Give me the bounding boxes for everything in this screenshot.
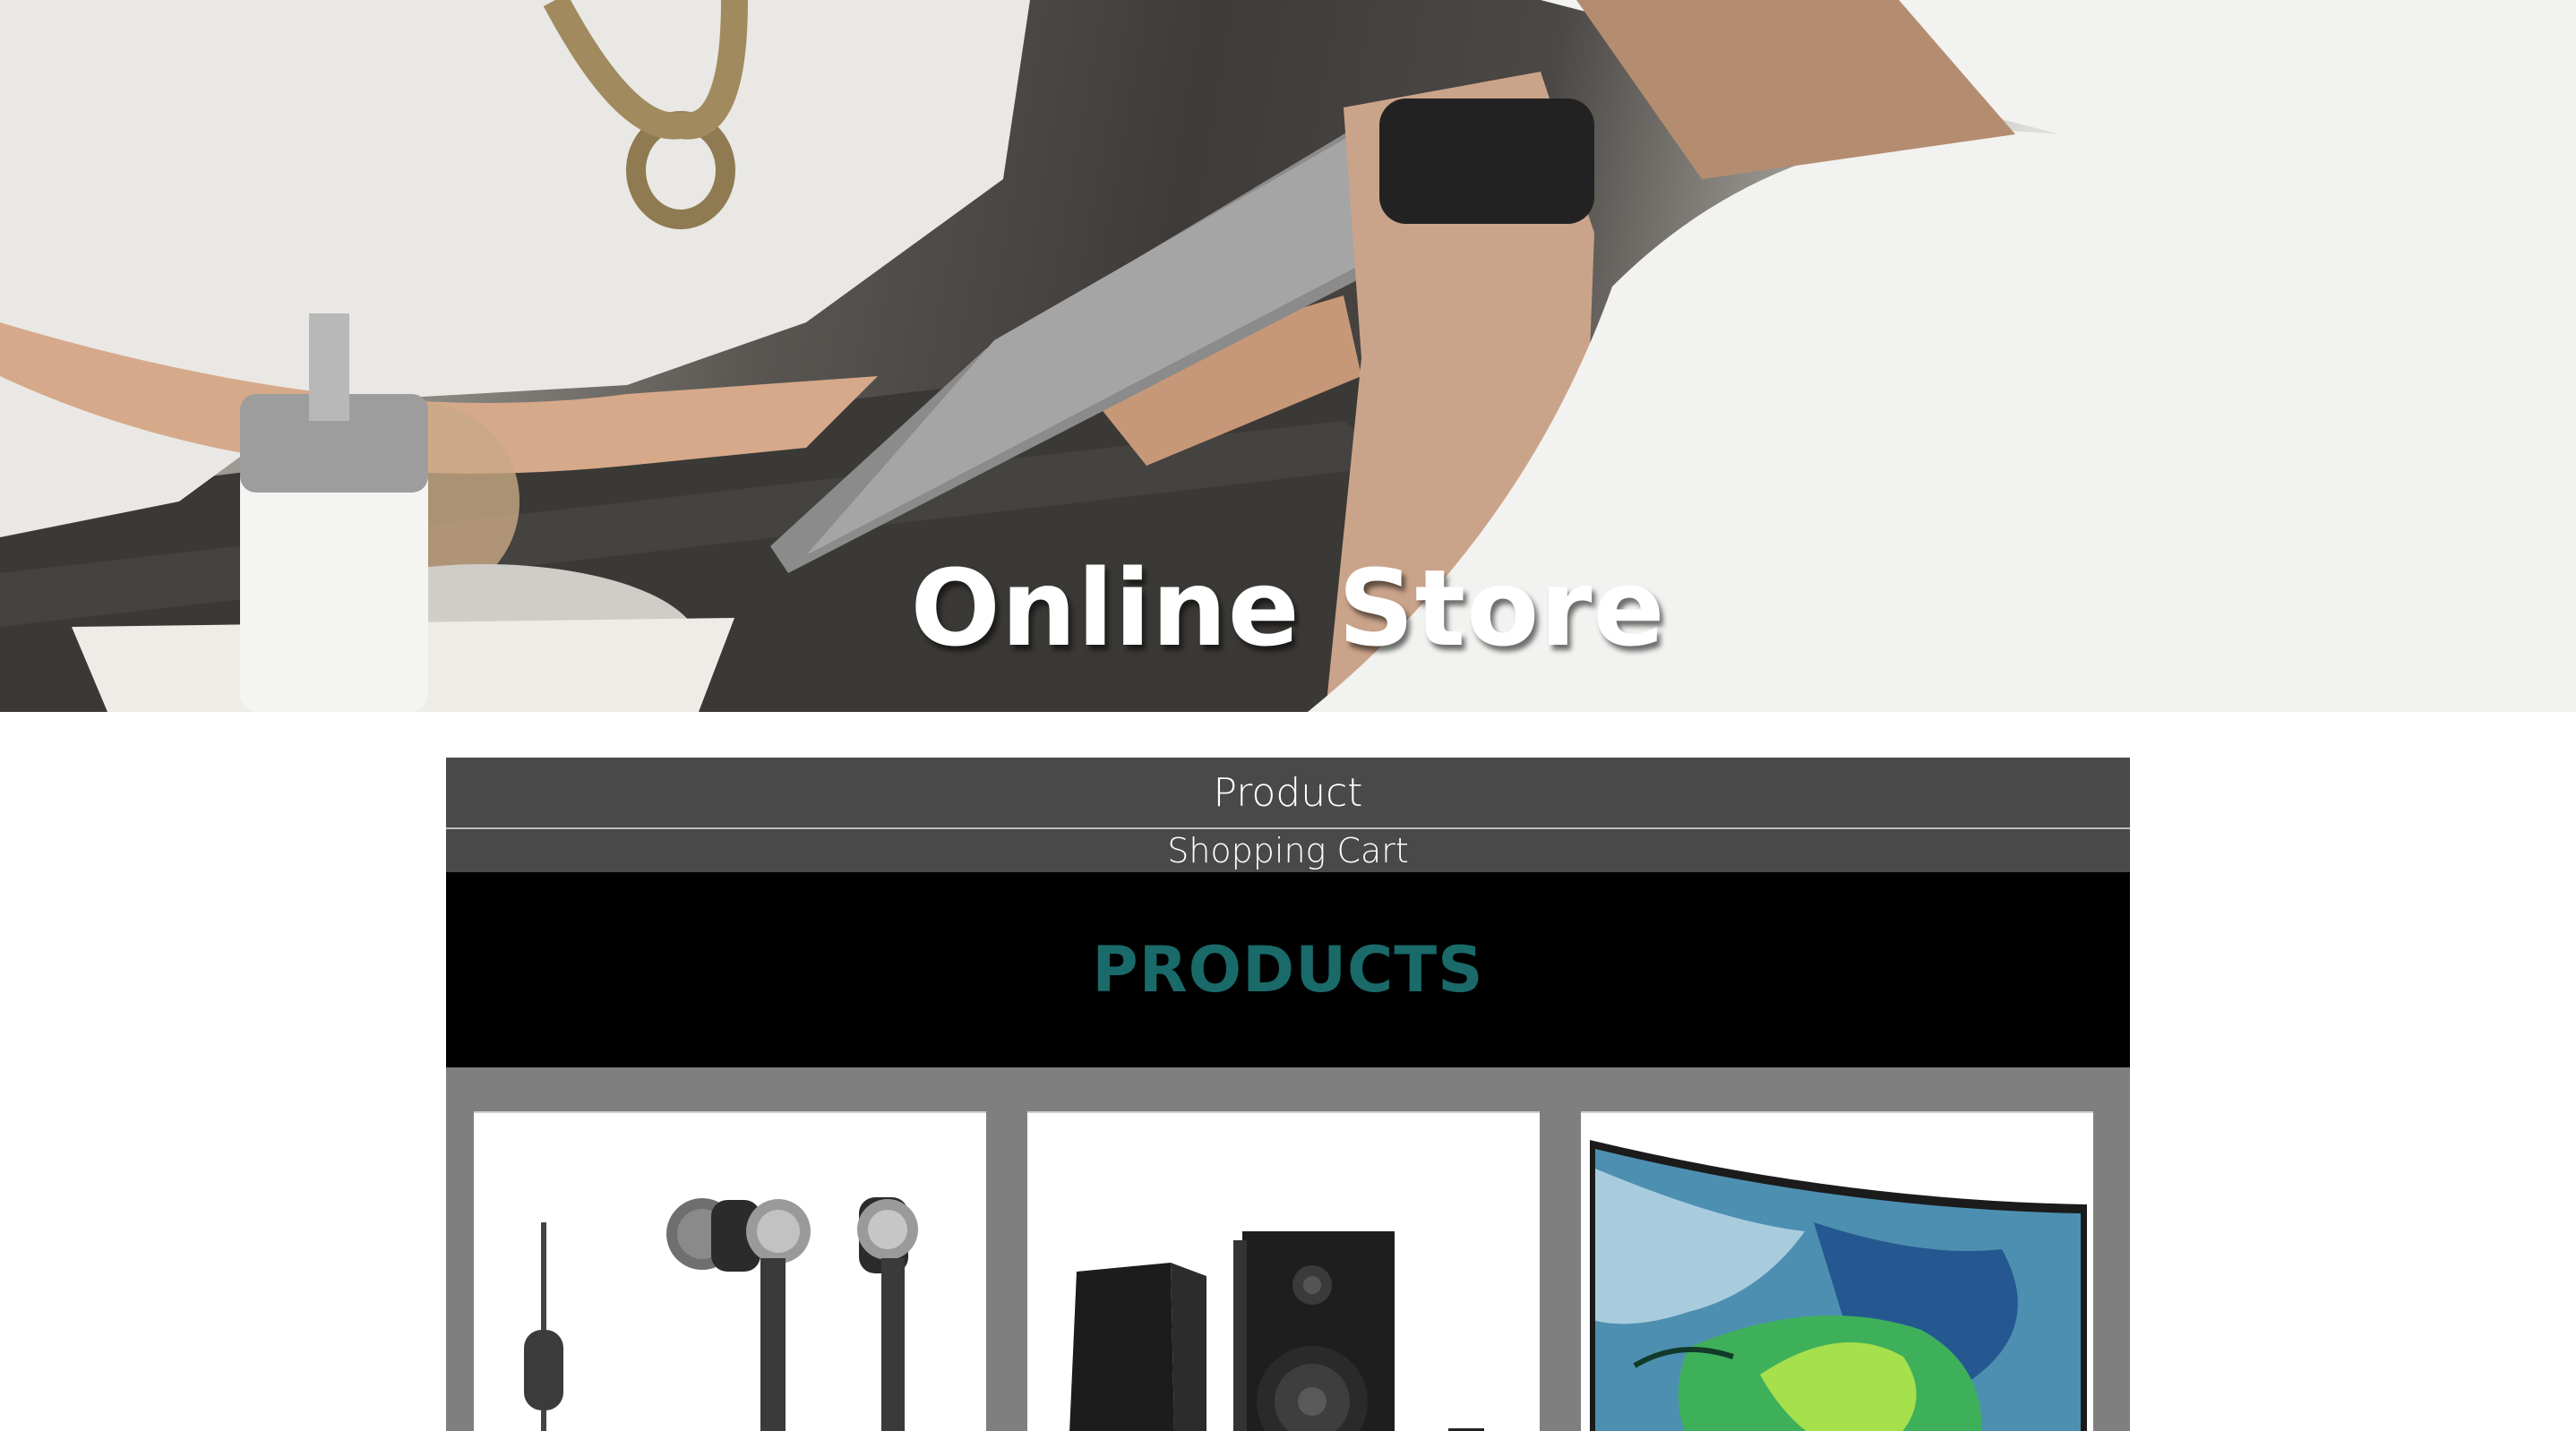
card-header-bar xyxy=(1027,1095,1540,1113)
products-heading: PRODUCTS xyxy=(446,872,2130,1067)
speakers-image[interactable] xyxy=(1027,1115,1540,1431)
card-header-bar xyxy=(1581,1095,2093,1113)
curved-tv-image[interactable] xyxy=(1581,1115,2093,1431)
hero-banner: Online Store xyxy=(0,0,2576,712)
nav-item-shopping-cart[interactable]: Shopping Cart xyxy=(446,829,2130,872)
page-title: Online Store xyxy=(910,546,1666,670)
product-grid xyxy=(446,1067,2130,1431)
product-card[interactable] xyxy=(1578,1093,2096,1431)
earphones-image[interactable] xyxy=(474,1115,986,1431)
main-container: Product Shopping Cart PRODUCTS xyxy=(446,758,2130,1431)
product-card[interactable] xyxy=(1025,1093,1542,1431)
nav-item-product[interactable]: Product xyxy=(446,758,2130,829)
card-header-bar xyxy=(474,1095,986,1113)
product-card[interactable] xyxy=(471,1093,989,1431)
